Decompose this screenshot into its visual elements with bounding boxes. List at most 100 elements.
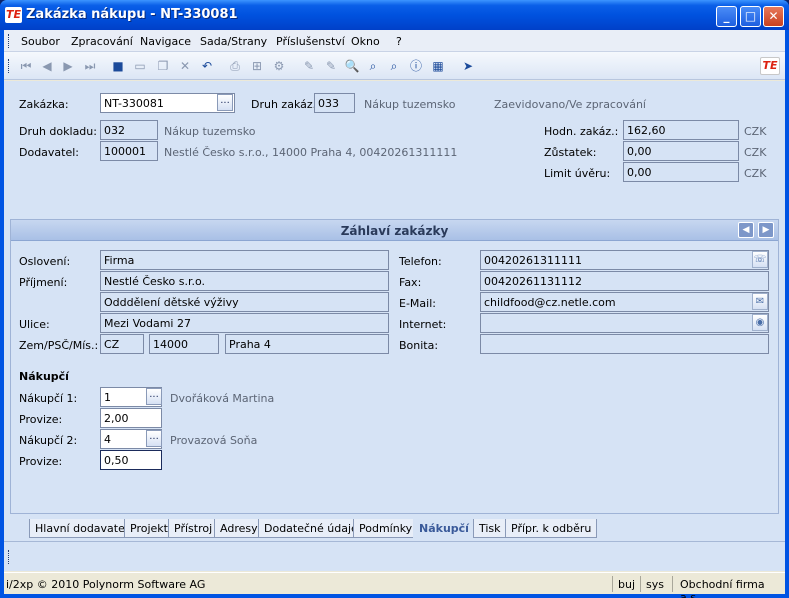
nakupci2-lookup-button[interactable]: ... bbox=[146, 430, 162, 447]
psc-field[interactable]: 14000 bbox=[149, 334, 219, 354]
minimize-button[interactable]: _ bbox=[716, 6, 737, 27]
first-record-icon[interactable]: ⏮ bbox=[18, 58, 34, 74]
druh-zakaz-field: 033 bbox=[314, 93, 355, 113]
menu-soubor[interactable]: Soubor bbox=[21, 35, 60, 48]
status-company: Obchodní firma a.s. bbox=[680, 578, 765, 598]
status-user: buj bbox=[618, 578, 636, 591]
bottom-grip-icon bbox=[8, 550, 11, 564]
info-icon[interactable]: ⓘ bbox=[408, 58, 424, 74]
provize2-input[interactable]: 0,50 bbox=[100, 450, 162, 470]
dodavatel-desc: Nestlé Česko s.r.o., 14000 Praha 4, 0042… bbox=[164, 146, 458, 159]
menu-zpracovani[interactable]: Zpracování bbox=[71, 35, 133, 48]
open-web-icon[interactable]: ◉ bbox=[752, 314, 768, 331]
tab-strip: Hlavní dodavatel Projekt Přístroj Adresy… bbox=[4, 519, 785, 541]
prev-record-icon[interactable]: ◀ bbox=[39, 58, 55, 74]
status-bar: i/2xp © 2010 Polynorm Software AG buj sy… bbox=[4, 572, 785, 598]
email-field[interactable]: childfood@cz.netle.com bbox=[480, 292, 769, 312]
internet-field[interactable] bbox=[480, 313, 769, 333]
prijmeni-field[interactable]: Nestlé Česko s.r.o. bbox=[100, 271, 389, 291]
client-area: Soubor Zpracování Navigace Sada/Strany P… bbox=[4, 30, 785, 598]
edit-pen2-icon[interactable]: ✎ bbox=[323, 58, 339, 74]
delete-icon[interactable]: ✕ bbox=[177, 58, 193, 74]
menu-bar: Soubor Zpracování Navigace Sada/Strany P… bbox=[4, 30, 785, 52]
print-icon[interactable]: ⎙ bbox=[227, 58, 243, 74]
toolbar: ⏮ ◀ ▶ ⏭ ■ ▭ ❐ ✕ ↶ ⎙ ⊞ ⚙ ✎ ✎ 🔍 ⌕ ⌕ ⓘ ▦ ➤ … bbox=[4, 52, 785, 80]
currency-limit: CZK bbox=[744, 167, 767, 180]
tab-pripr-k-odberu[interactable]: Přípr. k odběru bbox=[505, 519, 598, 538]
copyright-text: i/2xp © 2010 Polynorm Software AG bbox=[6, 578, 206, 591]
menu-help[interactable]: ? bbox=[396, 35, 402, 48]
next-record-icon[interactable]: ▶ bbox=[60, 58, 76, 74]
tab-pristroj[interactable]: Přístroj bbox=[168, 519, 219, 538]
main-window: TE Zakázka nákupu - NT-330081 _ □ ✕ Soub… bbox=[0, 0, 789, 598]
toolbar-grip-icon bbox=[8, 59, 11, 73]
structure-icon[interactable]: ⊞ bbox=[249, 58, 265, 74]
zem-field[interactable]: CZ bbox=[100, 334, 144, 354]
zakazka-label: Zakázka: bbox=[19, 98, 69, 111]
provize1-input[interactable]: 2,00 bbox=[100, 408, 162, 428]
osloveni-field[interactable]: Firma bbox=[100, 250, 389, 270]
bonita-field[interactable] bbox=[480, 334, 769, 354]
copy-icon[interactable]: ❐ bbox=[155, 58, 171, 74]
panel-title: Záhlaví zakázky bbox=[340, 224, 449, 238]
dodavatel-field: 100001 bbox=[100, 141, 158, 161]
provize1-label: Provize: bbox=[19, 413, 63, 426]
tab-adresy[interactable]: Adresy bbox=[214, 519, 264, 538]
find-user-icon[interactable]: ⌕ bbox=[386, 58, 402, 74]
title-bar[interactable]: TE Zakázka nákupu - NT-330081 _ □ ✕ bbox=[0, 0, 789, 30]
menu-navigace[interactable]: Navigace bbox=[140, 35, 191, 48]
tab-tisk[interactable]: Tisk bbox=[473, 519, 507, 538]
druh-dokladu-field: 032 bbox=[100, 120, 158, 140]
fax-field[interactable]: 00420261131112 bbox=[480, 271, 769, 291]
nakupci1-lookup-button[interactable]: ... bbox=[146, 388, 162, 405]
zustatek-label: Zůstatek: bbox=[544, 146, 597, 159]
currency-zustatek: CZK bbox=[744, 146, 767, 159]
zakazka-input[interactable]: NT-330081 bbox=[100, 93, 235, 113]
tab-projekt[interactable]: Projekt bbox=[124, 519, 174, 538]
send-email-icon[interactable]: ✉ bbox=[752, 293, 768, 310]
prev-panel-icon[interactable]: ◀ bbox=[738, 222, 754, 238]
edit-pen-icon[interactable]: ✎ bbox=[301, 58, 317, 74]
undo-icon[interactable]: ↶ bbox=[199, 58, 215, 74]
status-divider bbox=[672, 576, 673, 592]
telefon-label: Telefon: bbox=[399, 255, 442, 268]
menu-sada-strany[interactable]: Sada/Strany bbox=[200, 35, 267, 48]
zakazka-lookup-button[interactable]: ... bbox=[217, 94, 233, 111]
last-record-icon[interactable]: ⏭ bbox=[82, 58, 98, 74]
hodn-zakaz-label: Hodn. zakáz.: bbox=[544, 125, 619, 138]
dodavatel-label: Dodavatel: bbox=[19, 146, 80, 159]
search-icon[interactable]: 🔍 bbox=[344, 58, 360, 74]
save-icon[interactable]: ■ bbox=[110, 58, 126, 74]
limit-uveru-label: Limit úvěru: bbox=[544, 167, 611, 180]
misto-field[interactable]: Praha 4 bbox=[225, 334, 389, 354]
currency-hodn: CZK bbox=[744, 125, 767, 138]
telefon-field[interactable]: 00420261311111 bbox=[480, 250, 769, 270]
settings-icon[interactable]: ⚙ bbox=[271, 58, 287, 74]
window-title: Zakázka nákupu - NT-330081 bbox=[26, 7, 238, 22]
calculator-icon[interactable]: ▦ bbox=[430, 58, 446, 74]
next-panel-icon[interactable]: ▶ bbox=[758, 222, 774, 238]
new-document-icon[interactable]: ▭ bbox=[132, 58, 148, 74]
panel-header: Záhlaví zakázky ◀ ▶ bbox=[11, 220, 778, 241]
menu-okno[interactable]: Okno bbox=[351, 35, 380, 48]
status-db: sys bbox=[646, 578, 664, 591]
forward-icon[interactable]: ➤ bbox=[460, 58, 476, 74]
app-logo-icon: TE bbox=[5, 7, 22, 23]
tab-dodatecne-udaje[interactable]: Dodatečné údaje bbox=[258, 519, 364, 538]
tab-hlavni-dodavatel[interactable]: Hlavní dodavatel bbox=[29, 519, 134, 538]
menu-prislusenstvi[interactable]: Příslušenství bbox=[276, 35, 345, 48]
tab-podminky[interactable]: Podmínky bbox=[353, 519, 419, 538]
nakupci2-label: Nákupčí 2: bbox=[19, 434, 78, 447]
status-text: Zaevidovano/Ve zpracování bbox=[494, 98, 646, 111]
nakupci1-label: Nákupčí 1: bbox=[19, 392, 78, 405]
zoom-icon[interactable]: ⌕ bbox=[365, 58, 381, 74]
close-button[interactable]: ✕ bbox=[763, 6, 784, 27]
maximize-button[interactable]: □ bbox=[740, 6, 761, 27]
ulice-field[interactable]: Mezi Vodami 27 bbox=[100, 313, 389, 333]
zahlavi-panel: Záhlaví zakázky ◀ ▶ Oslovení: Firma Příj… bbox=[10, 219, 779, 514]
phone-call-icon[interactable]: ☏ bbox=[752, 251, 768, 268]
druh-dokladu-desc: Nákup tuzemsko bbox=[164, 125, 256, 138]
prijmeni-field-2[interactable]: Odddělení dětské výživy bbox=[100, 292, 389, 312]
menu-grip-icon bbox=[8, 34, 11, 48]
tab-nakupci[interactable]: Nákupčí bbox=[413, 519, 475, 538]
